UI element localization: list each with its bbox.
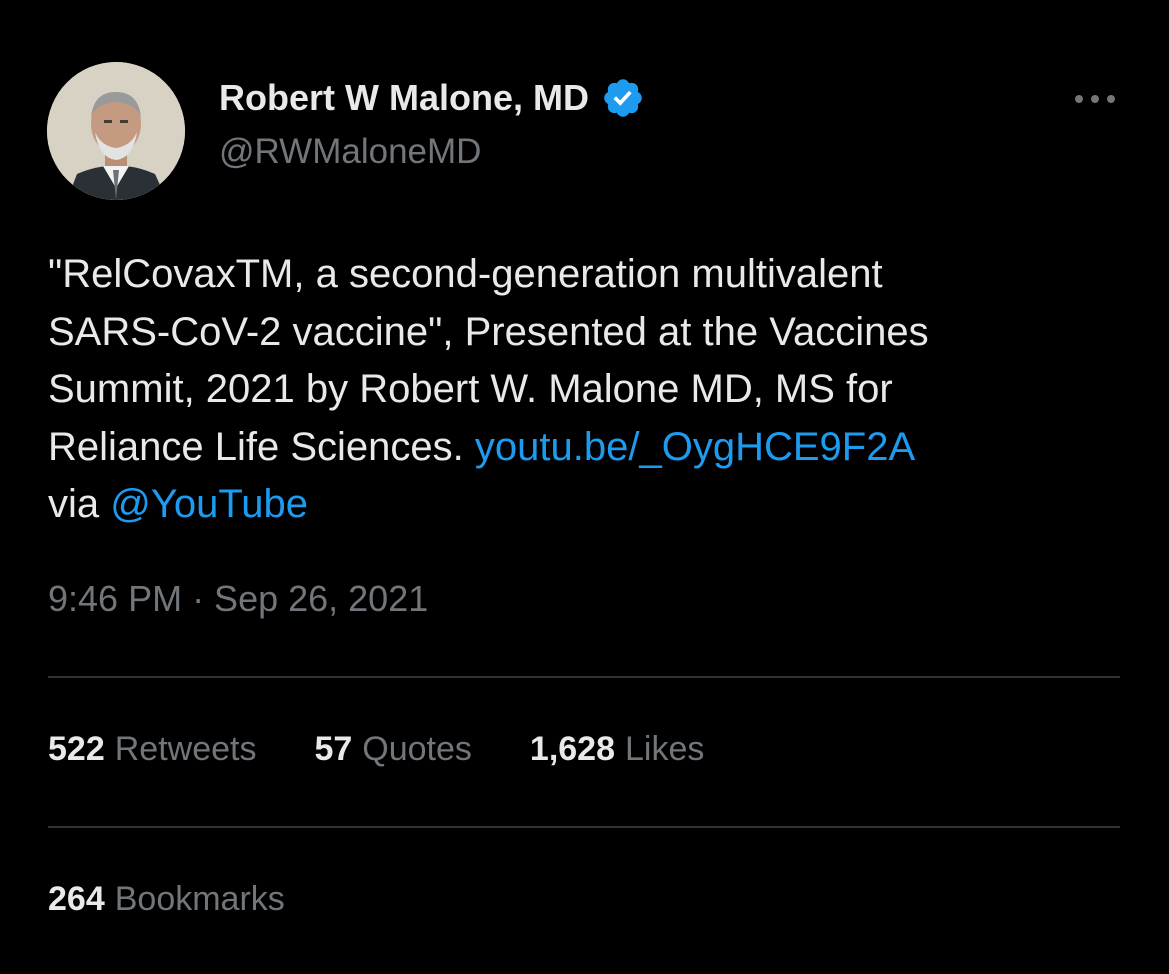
tweet-text-line: SARS-CoV-2 vaccine", Presented at the Va… — [48, 309, 929, 354]
quotes-stat[interactable]: 57 Quotes — [314, 730, 471, 769]
bookmarks-count: 264 — [48, 880, 105, 918]
likes-label: Likes — [625, 730, 705, 768]
retweets-count: 522 — [48, 730, 105, 768]
more-options-button[interactable] — [1068, 84, 1122, 114]
retweets-stat[interactable]: 522 Retweets — [48, 730, 256, 769]
tweet-text-line: via @YouTube — [48, 476, 1133, 534]
tweet-text-line: Summit, 2021 by Robert W. Malone MD, MS … — [48, 367, 893, 411]
tweet-timestamp[interactable]: 9:46 PM · Sep 26, 2021 — [48, 578, 428, 620]
bookmarks-label: Bookmarks — [114, 880, 285, 918]
tweet-text-line: "RelCovaxTM, a second-generation multiva… — [48, 252, 883, 296]
author-handle[interactable]: @RWMaloneMD — [219, 132, 481, 172]
tweet-text-segment: Reliance Life Sciences. — [48, 424, 475, 469]
engagement-stats: 522 Retweets 57 Quotes 1,628 Likes — [48, 730, 762, 769]
tweet-text-line: Reliance Life Sciences. youtu.be/_OygHCE… — [48, 419, 1133, 477]
likes-stat[interactable]: 1,628 Likes — [530, 730, 704, 769]
divider — [48, 826, 1120, 828]
display-name-text[interactable]: Robert W Malone, MD — [219, 77, 589, 119]
more-horizontal-icon — [1075, 95, 1115, 103]
avatar[interactable] — [47, 62, 185, 200]
mention-link[interactable]: @YouTube — [110, 482, 308, 526]
tweet-text: "RelCovaxTM, a second-generation multiva… — [48, 246, 1133, 534]
likes-count: 1,628 — [529, 730, 616, 768]
retweets-label: Retweets — [114, 730, 257, 768]
tweet-link[interactable]: youtu.be/_OygHCE9F2A — [475, 425, 915, 469]
author-name[interactable]: Robert W Malone, MD — [219, 74, 645, 122]
quotes-count: 57 — [314, 730, 353, 768]
quotes-label: Quotes — [362, 730, 472, 768]
divider — [48, 676, 1120, 678]
tweet-text-segment: via — [48, 482, 111, 526]
verified-badge-icon — [601, 76, 645, 120]
bookmarks-stat[interactable]: 264 Bookmarks — [48, 880, 285, 919]
